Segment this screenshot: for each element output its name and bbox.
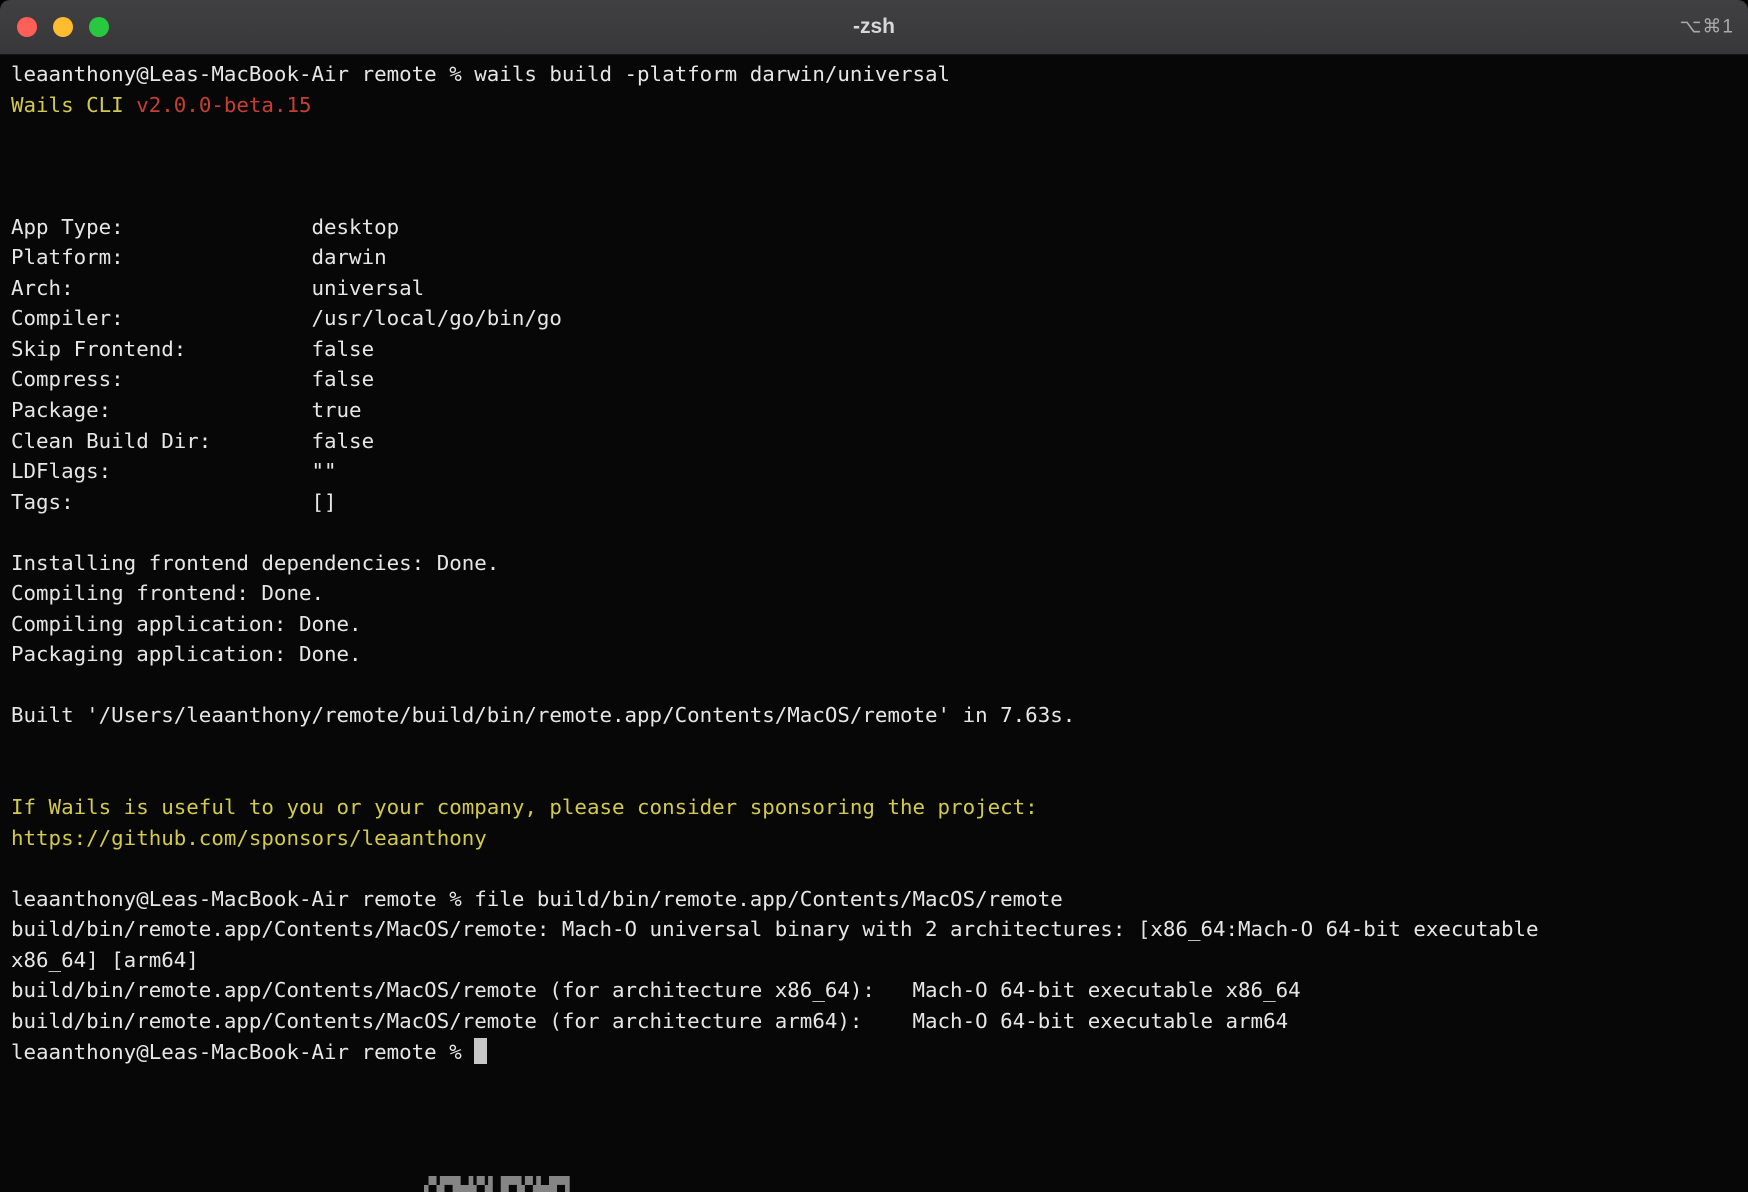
terminal-line	[11, 731, 1740, 762]
terminal-text-segment: x86_64] [arm64]	[11, 948, 199, 972]
terminal-body[interactable]: leaanthony@Leas-MacBook-Air remote % wai…	[0, 55, 1748, 1067]
terminal-line: leaanthony@Leas-MacBook-Air remote %	[11, 1037, 1740, 1068]
terminal-line: leaanthony@Leas-MacBook-Air remote % fil…	[11, 884, 1740, 915]
terminal-line: build/bin/remote.app/Contents/MacOS/remo…	[11, 914, 1740, 945]
terminal-text-segment: build/bin/remote.app/Contents/MacOS/remo…	[11, 978, 1301, 1002]
terminal-line: Wails CLI v2.0.0-beta.15	[11, 90, 1740, 121]
terminal-line: build/bin/remote.app/Contents/MacOS/remo…	[11, 975, 1740, 1006]
terminal-text-segment: Built '/Users/leaanthony/remote/build/bi…	[11, 703, 1075, 727]
terminal-line: Compiler: /usr/local/go/bin/go	[11, 303, 1740, 334]
terminal-text-segment: Wails CLI	[11, 93, 136, 117]
traffic-lights	[0, 17, 109, 37]
terminal-line: LDFlags: ""	[11, 456, 1740, 487]
terminal-text-segment: Skip Frontend: false	[11, 337, 374, 361]
terminal-line: Compiling application: Done.	[11, 609, 1740, 640]
terminal-text-segment: Package: true	[11, 398, 362, 422]
terminal-text-segment: https://github.com/sponsors/leaanthony	[11, 826, 487, 850]
terminal-line	[11, 670, 1740, 701]
minimize-button[interactable]	[53, 17, 73, 37]
terminal-text-segment: leaanthony@Leas-MacBook-Air remote % wai…	[11, 62, 950, 86]
terminal-text-segment: v2.0.0-beta.15	[136, 93, 311, 117]
terminal-line: https://github.com/sponsors/leaanthony	[11, 823, 1740, 854]
terminal-line: Platform: darwin	[11, 242, 1740, 273]
terminal-line	[11, 181, 1740, 212]
terminal-text-segment: Tags: []	[11, 490, 337, 514]
terminal-text-segment: build/bin/remote.app/Contents/MacOS/remo…	[11, 1009, 1288, 1033]
terminal-line	[11, 853, 1740, 884]
terminal-text-segment: If Wails is useful to you or your compan…	[11, 795, 1038, 819]
terminal-text-segment: Platform: darwin	[11, 245, 387, 269]
window-shortcut-badge: ⌥⌘1	[1680, 16, 1734, 39]
terminal-line: build/bin/remote.app/Contents/MacOS/remo…	[11, 1006, 1740, 1037]
terminal-line: If Wails is useful to you or your compan…	[11, 792, 1740, 823]
terminal-line: Built '/Users/leaanthony/remote/build/bi…	[11, 700, 1740, 731]
terminal-text-segment: LDFlags: ""	[11, 459, 337, 483]
terminal-text-segment: Arch: universal	[11, 276, 424, 300]
terminal-line: leaanthony@Leas-MacBook-Air remote % wai…	[11, 59, 1740, 90]
terminal-text-segment: Installing frontend dependencies: Done.	[11, 551, 499, 575]
zoom-button[interactable]	[89, 17, 109, 37]
terminal-line: Clean Build Dir: false	[11, 426, 1740, 457]
terminal-line: x86_64] [arm64]	[11, 945, 1740, 976]
terminal-line: Packaging application: Done.	[11, 639, 1740, 670]
terminal-line: Compiling frontend: Done.	[11, 578, 1740, 609]
terminal-text-segment: Compress: false	[11, 367, 374, 391]
terminal-text-segment: Packaging application: Done.	[11, 642, 362, 666]
terminal-text-segment: build/bin/remote.app/Contents/MacOS/remo…	[11, 917, 1539, 941]
terminal-text-segment: Compiler: /usr/local/go/bin/go	[11, 306, 562, 330]
terminal-line: Skip Frontend: false	[11, 334, 1740, 365]
terminal-line	[11, 517, 1740, 548]
terminal-text-segment: App Type: desktop	[11, 215, 399, 239]
terminal-line	[11, 151, 1740, 182]
terminal-line	[11, 120, 1740, 151]
terminal-line: Package: true	[11, 395, 1740, 426]
close-button[interactable]	[17, 17, 37, 37]
terminal-cursor	[474, 1038, 487, 1064]
clipped-line-artifact: ▞▚▛▜▙▟▞▚▌▐▛▜▞▚▙▟▛▜	[424, 1176, 648, 1192]
terminal-text-segment: leaanthony@Leas-MacBook-Air remote %	[11, 1040, 474, 1064]
terminal-window: -zsh ⌥⌘1 leaanthony@Leas-MacBook-Air rem…	[0, 0, 1748, 1192]
terminal-line: Installing frontend dependencies: Done.	[11, 548, 1740, 579]
window-title: -zsh	[0, 15, 1748, 39]
terminal-line: Arch: universal	[11, 273, 1740, 304]
terminal-line: Compress: false	[11, 364, 1740, 395]
terminal-text-segment: Compiling frontend: Done.	[11, 581, 324, 605]
terminal-text-segment: leaanthony@Leas-MacBook-Air remote % fil…	[11, 887, 1063, 911]
terminal-line	[11, 762, 1740, 793]
terminal-line: Tags: []	[11, 487, 1740, 518]
terminal-line: App Type: desktop	[11, 212, 1740, 243]
titlebar[interactable]: -zsh ⌥⌘1	[0, 0, 1748, 55]
terminal-text-segment: Compiling application: Done.	[11, 612, 362, 636]
terminal-text-segment: Clean Build Dir: false	[11, 429, 374, 453]
